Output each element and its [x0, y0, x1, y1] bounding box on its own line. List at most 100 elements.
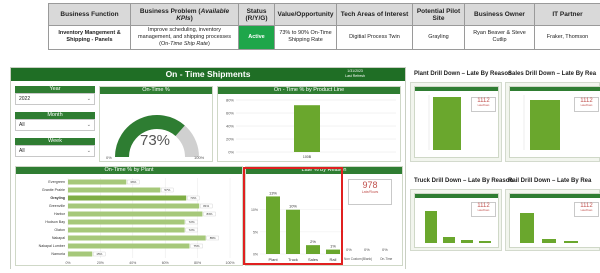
- week-filter[interactable]: Week All ⌄: [15, 138, 95, 157]
- truck-drill-sub: Late/Rows: [477, 209, 490, 212]
- plant-bar: [68, 179, 127, 185]
- header-pilot-site: Potential Pilot Site: [412, 3, 465, 26]
- truck-drill-bar-3: [461, 240, 473, 243]
- plant-bar: [68, 219, 185, 225]
- truck-drill-bar-1: [425, 211, 437, 243]
- plant-value-label: 75%: [193, 244, 199, 248]
- plant-drill-card: 1112 Late/Rows: [410, 82, 502, 162]
- rail-drill-bar-2: [542, 239, 556, 243]
- late-total-box: 978 Late/Rows: [348, 179, 392, 205]
- sales-drill-inner: 1112 Late/Rows: [509, 86, 600, 158]
- sales-drill-title: Sales Drill Down – Late By Rea: [508, 71, 597, 77]
- plant-label: Olaton: [54, 228, 65, 232]
- plant-label: Harbor: [54, 212, 66, 216]
- plant-value-label: 36%: [130, 180, 136, 184]
- sales-drill-bar: [530, 100, 560, 150]
- plant-drill-inner: 1112 Late/Rows: [414, 86, 499, 158]
- plant-drill-valbox: 1112 Late/Rows: [471, 97, 496, 112]
- plant-value-label: 81%: [203, 204, 209, 208]
- extra-pct-1: 0%: [346, 247, 352, 252]
- plant-value-label: 85%: [210, 236, 216, 240]
- plant-label: Namoria: [51, 252, 65, 256]
- plant-value-label: 57%: [164, 188, 170, 192]
- plant-bar: [68, 203, 200, 209]
- product-line-title: On - Time % by Product Line: [218, 87, 400, 94]
- header-business-owner: Business Owner: [464, 3, 535, 26]
- cell-owner: Ryan Beaver & Steve Cutlip: [464, 25, 535, 50]
- gauge-max: 100%: [194, 155, 205, 160]
- plant-drill-head: [415, 87, 498, 91]
- x-tick-label: 60%: [162, 261, 169, 265]
- header-tech-areas: Tech Areas of Interest: [336, 3, 413, 26]
- header-it-partner: IT Partner: [534, 3, 600, 26]
- plant-chart: 0% 20% 40% 60% 80% 100% Evergreen 36% Granite Pr…: [39, 178, 234, 265]
- plant-bar: [68, 235, 206, 241]
- month-select[interactable]: All ⌄: [15, 119, 95, 131]
- ontime-gauge: [115, 115, 199, 158]
- truck-drill-head: [415, 194, 498, 198]
- late-total-label: Late/Rows: [361, 190, 379, 194]
- plant-drill-title: Plant Drill Down – Late By Reason: [414, 71, 512, 77]
- cell-function: Inventory Mangement & Shipping - Panels: [48, 25, 131, 50]
- plant-drill-sub: Late/Rows: [477, 104, 490, 107]
- x-tick-label: 0%: [65, 261, 70, 265]
- plant-bar: [68, 227, 185, 233]
- plant-label: Greenville: [49, 204, 65, 208]
- y-tick-label: 60%: [226, 111, 234, 116]
- header-business-function: Business Function: [48, 3, 131, 26]
- chevron-down-icon: ⌄: [86, 148, 91, 154]
- plant-bar: [68, 187, 161, 193]
- product-line-bar: [294, 105, 320, 152]
- year-select[interactable]: 2022 ⌄: [15, 93, 95, 105]
- truck-drill-valbox: 1112 Late/Rows: [471, 202, 496, 217]
- header-status: Status (R/Y/G): [238, 3, 275, 26]
- status-badge: Active: [238, 25, 275, 50]
- truck-drill-inner: 1112 Late/Rows: [414, 193, 499, 248]
- week-filter-label: Week: [15, 138, 95, 145]
- plant-value-label: 72%: [189, 220, 195, 224]
- dashboard-header: On - Time Shipments 1/31/2023 Last Refre…: [11, 68, 405, 81]
- plant-value-label: 83%: [206, 212, 212, 216]
- ontime-dashboard: On - Time Shipments 1/31/2023 Last Refre…: [10, 67, 406, 269]
- late-total-value: 978: [362, 180, 378, 190]
- sales-drill-card: 1112 Late/Rows: [505, 82, 600, 162]
- truck-drill-title: Truck Drill Down – Late By Reason: [414, 178, 514, 184]
- chevron-down-icon: ⌄: [86, 96, 91, 102]
- truck-drill-bar-2: [443, 237, 455, 243]
- plant-label: Nakapal Lumber: [39, 244, 66, 248]
- extra-label-1: Non Custom: [344, 257, 362, 261]
- rail-drill-valbox: 1112 Late/Rows: [574, 202, 599, 217]
- x-tick-label: 80%: [194, 261, 201, 265]
- header-value: Value/Opportunity: [274, 3, 337, 26]
- sales-drill-valbox: 1112 Late/Rows: [574, 97, 599, 112]
- plant-card: On-Time % by Plant 0% 20% 40% 60% 80% 100% Eve…: [15, 166, 243, 266]
- header-business-problem: Business Problem (Available KPIs): [130, 3, 239, 26]
- extra-label-3: On-Time: [380, 257, 393, 261]
- month-filter[interactable]: Month All ⌄: [15, 112, 95, 131]
- plant-bar: [68, 251, 93, 257]
- sales-drill-head: [510, 87, 600, 91]
- product-line-chart: 80% 60% 40% 20% 0% 100B: [226, 98, 396, 159]
- rail-drill-card: 1112 Late/Rows: [505, 189, 600, 251]
- month-filter-label: Month: [15, 112, 95, 119]
- chevron-down-icon: ⌄: [86, 122, 91, 128]
- truck-drill-card: 1112 Late/Rows: [410, 189, 502, 251]
- plant-value-label: 73%: [190, 196, 196, 200]
- cell-value: 73% to 90% On-Time Shipping Rate: [274, 25, 337, 50]
- cell-site: Grayling: [412, 25, 465, 50]
- last-refresh: 1/31/2023 Last Refresh: [345, 69, 365, 78]
- year-filter[interactable]: Year 2022 ⌄: [15, 86, 95, 105]
- plant-bar: [68, 243, 190, 249]
- x-tick-label: 20%: [97, 261, 104, 265]
- rail-drill-sub: Late/Rows: [580, 209, 593, 212]
- cell-tech: Digitial Process Twin: [336, 25, 413, 50]
- y-tick-label: 0%: [228, 150, 234, 155]
- dashboard-body: Year 2022 ⌄ Month All ⌄ Week All ⌄ On-Time …: [11, 81, 405, 269]
- plant-bar: [68, 211, 203, 217]
- week-select[interactable]: All ⌄: [15, 145, 95, 157]
- plant-label: Granite Prairie: [42, 188, 65, 192]
- plant-label: Hudson Bay: [45, 220, 65, 224]
- extra-label-2: (Blank): [362, 257, 373, 261]
- plant-value-label: 72%: [189, 228, 195, 232]
- use-case-table: Business Function Business Problem (Avai…: [48, 3, 600, 50]
